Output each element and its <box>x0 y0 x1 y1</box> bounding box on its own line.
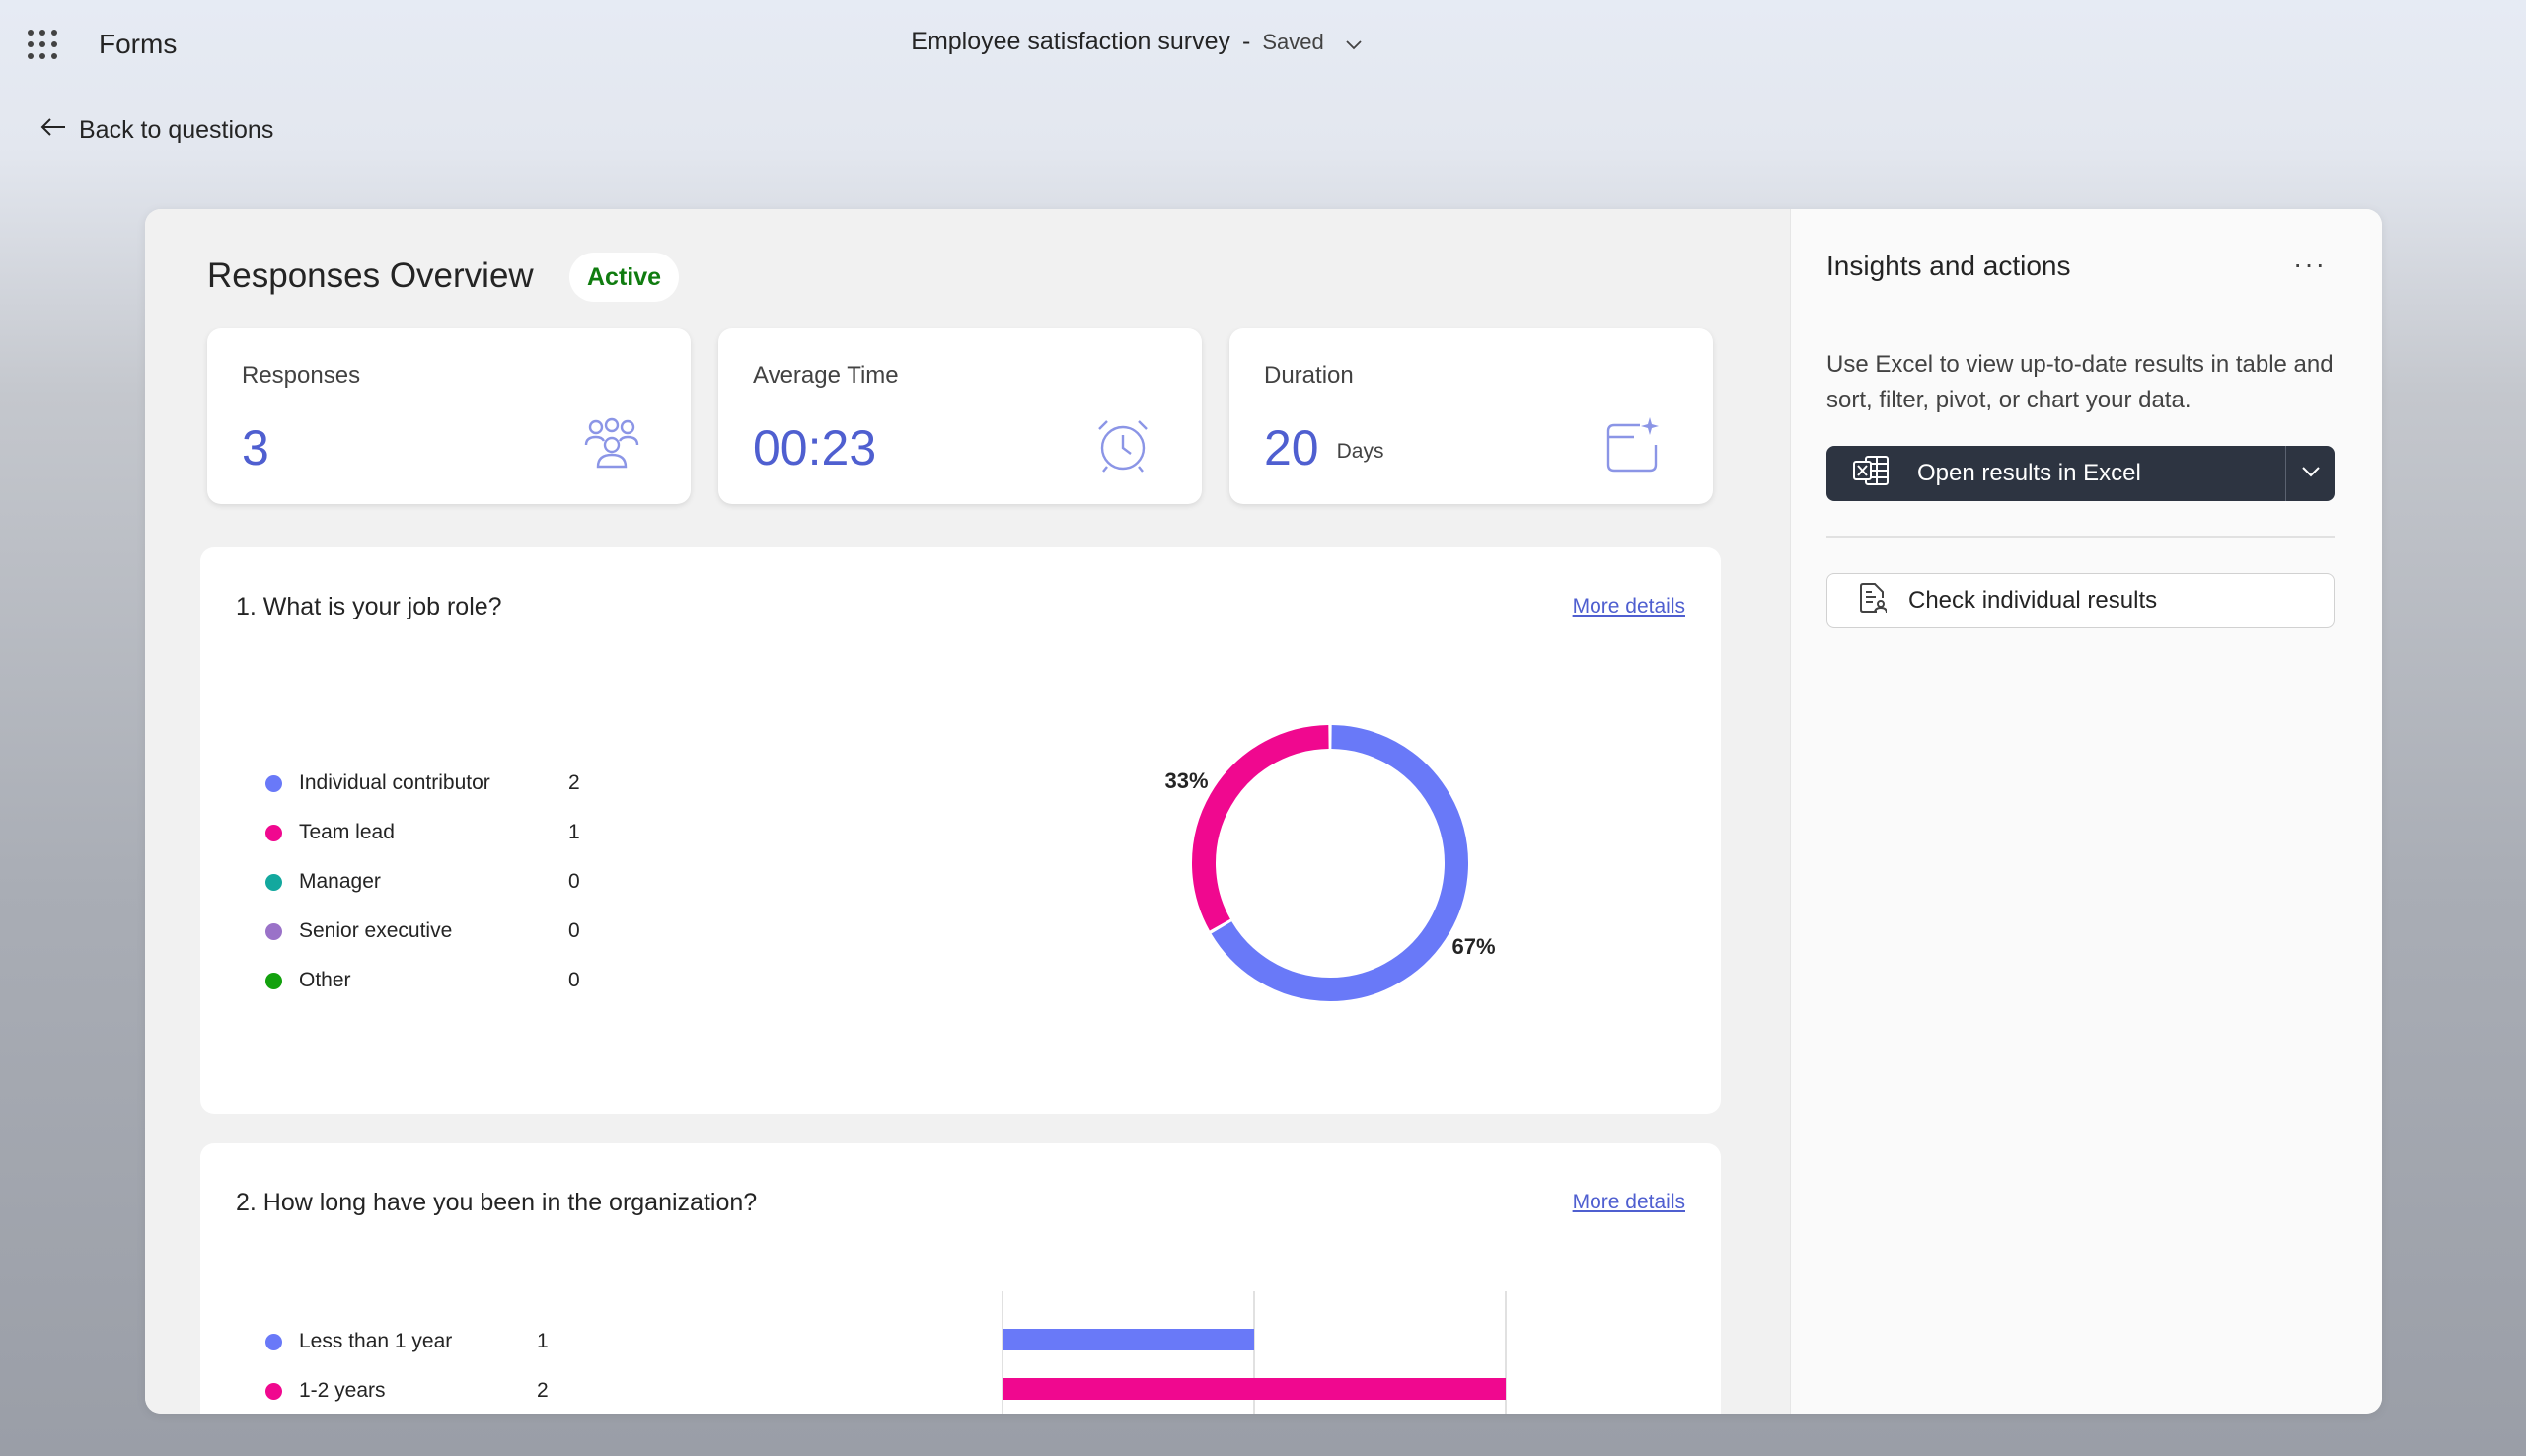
donut-data-label-1: 33% <box>1164 768 1208 793</box>
legend-item: 1-2 years 2 <box>265 1366 549 1414</box>
status-badge: Active <box>569 253 680 302</box>
insights-panel: Insights and actions ··· Use Excel to vi… <box>1790 209 2382 1414</box>
people-icon <box>582 415 641 479</box>
check-individual-results-button[interactable]: Check individual results <box>1826 573 2335 628</box>
legend-item: Less than 1 year 1 <box>265 1317 549 1366</box>
legend-count: 2 <box>568 771 580 794</box>
bar-1 <box>1003 1378 1506 1400</box>
stat-unit: Days <box>1336 439 1384 463</box>
open-in-excel-label: Open results in Excel <box>1917 460 2141 486</box>
legend-item: Senior executive 0 <box>265 907 580 956</box>
document-title-area[interactable]: Employee satisfaction survey - Saved <box>0 28 2273 57</box>
legend-dot <box>265 972 282 989</box>
legend-label: Team lead <box>299 821 395 843</box>
document-title: Employee satisfaction survey <box>911 28 1231 55</box>
legend-count: 1 <box>568 821 580 843</box>
results-panel: Responses Overview Active Responses 3 Av… <box>145 209 2382 1414</box>
legend-label: Individual contributor <box>299 771 490 794</box>
save-status: Saved <box>1262 30 1324 54</box>
stat-label: Duration <box>1264 362 1354 389</box>
back-to-questions-link[interactable]: Back to questions <box>39 110 273 150</box>
question-legend: Less than 1 year 1 1-2 years 2 <box>265 1317 549 1414</box>
average-time-stat-card: Average Time 00:23 <box>718 328 1202 504</box>
legend-label: Senior executive <box>299 919 453 942</box>
legend-count: 2 <box>537 1379 549 1402</box>
question-title: 1. What is your job role? <box>236 593 502 620</box>
document-person-icon <box>1859 582 1888 620</box>
overview-title: Responses Overview <box>207 256 534 295</box>
job-role-donut-chart: 67% 33% <box>1164 725 1496 1001</box>
legend-dot <box>265 922 282 940</box>
legend-item: Other 0 <box>265 956 580 1005</box>
title-separator: - <box>1242 28 1251 55</box>
more-details-link[interactable]: More details <box>1573 1191 1685 1214</box>
more-options-icon[interactable]: ··· <box>2293 249 2327 280</box>
calendar-sparkle-icon <box>1604 415 1664 479</box>
back-label: Back to questions <box>79 115 274 144</box>
legend-label: Manager <box>299 870 381 893</box>
question-card-tenure: 2. How long have you been in the organiz… <box>200 1143 1721 1414</box>
responses-section: Responses Overview Active Responses 3 Av… <box>145 209 1790 1414</box>
alarm-clock-icon <box>1093 415 1152 479</box>
question-title: 2. How long have you been in the organiz… <box>236 1189 758 1216</box>
open-in-excel-button[interactable]: Open results in Excel <box>1826 446 2335 501</box>
open-in-excel-main[interactable]: Open results in Excel <box>1826 446 2285 501</box>
responses-stat-card: Responses 3 <box>207 328 691 504</box>
legend-count: 0 <box>568 919 580 942</box>
top-bar: Forms Employee satisfaction survey - Saved <box>0 0 2526 89</box>
question-card-job-role: 1. What is your job role? More details I… <box>200 547 1721 1114</box>
legend-item: Team lead 1 <box>265 808 580 857</box>
legend-label: Less than 1 year <box>299 1330 453 1352</box>
legend-dot <box>265 873 282 891</box>
legend-dot <box>265 774 282 792</box>
legend-label: Other <box>299 969 351 991</box>
insights-description: Use Excel to view up-to-date results in … <box>1826 351 2334 413</box>
chevron-down-icon[interactable] <box>1345 29 1363 57</box>
legend-count: 0 <box>568 870 580 893</box>
legend-label: 1-2 years <box>299 1379 386 1402</box>
chevron-down-icon <box>2301 465 2321 482</box>
more-details-link[interactable]: More details <box>1573 595 1685 619</box>
stat-value: 3 <box>242 420 269 475</box>
stat-label: Responses <box>242 362 361 389</box>
donut-slice-1 <box>1192 725 1329 931</box>
tenure-bar-chart <box>1002 1291 1507 1414</box>
stat-value: 20 Days <box>1264 420 1384 475</box>
donut-data-label-0: 67% <box>1451 934 1495 959</box>
question-legend: Individual contributor 2 Team lead 1 Manag… <box>265 759 580 1005</box>
stat-label: Average Time <box>753 362 899 389</box>
legend-count: 1 <box>537 1330 549 1352</box>
divider <box>1826 536 2335 538</box>
check-results-label: Check individual results <box>1908 587 2158 614</box>
legend-item: Individual contributor 2 <box>265 759 580 808</box>
stat-value: 00:23 <box>753 420 877 475</box>
bar-0 <box>1003 1329 1254 1350</box>
legend-dot <box>265 824 282 841</box>
excel-icon <box>1852 455 1890 493</box>
legend-count: 0 <box>568 969 580 991</box>
legend-dot <box>265 1382 282 1400</box>
duration-stat-card: Duration 20 Days <box>1229 328 1713 504</box>
excel-options-dropdown[interactable] <box>2285 446 2335 501</box>
legend-item: Manager 0 <box>265 857 580 907</box>
arrow-left-icon <box>39 116 67 145</box>
insights-title: Insights and actions <box>1826 251 2071 281</box>
legend-dot <box>265 1333 282 1350</box>
